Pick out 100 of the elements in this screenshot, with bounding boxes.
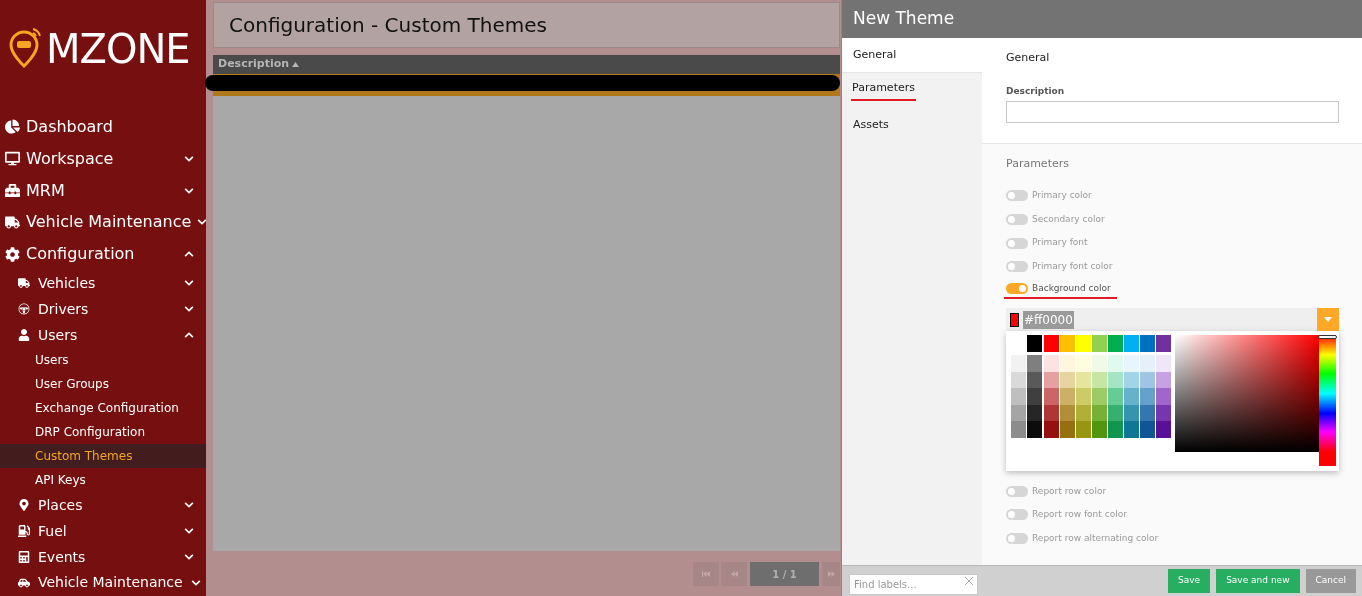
palette-swatch[interactable] bbox=[1060, 335, 1075, 353]
palette-swatch[interactable] bbox=[1108, 421, 1123, 438]
steering-wheel-icon bbox=[18, 303, 30, 316]
palette-swatch[interactable] bbox=[1027, 421, 1042, 438]
palette-swatch[interactable] bbox=[1027, 355, 1042, 372]
palette-swatch[interactable] bbox=[1140, 335, 1155, 353]
previous-page-button[interactable] bbox=[721, 562, 747, 586]
parameter-label: Report row alternating color bbox=[1032, 531, 1159, 545]
monitor-icon bbox=[5, 151, 20, 167]
nav-item[interactable]: Vehicles bbox=[0, 270, 206, 297]
nav-item[interactable]: Vehicle Maintenance bbox=[0, 570, 206, 596]
palette-swatch[interactable] bbox=[1011, 388, 1026, 405]
pie-chart-icon bbox=[5, 119, 20, 135]
palette-swatch[interactable] bbox=[1108, 335, 1123, 353]
nav-item[interactable]: Custom Themes bbox=[0, 444, 206, 469]
field-label: Description bbox=[1006, 84, 1066, 98]
palette-swatch[interactable] bbox=[1092, 421, 1107, 438]
palette-swatch[interactable] bbox=[1124, 421, 1139, 438]
palette-swatch[interactable] bbox=[1044, 388, 1059, 405]
palette-swatch[interactable] bbox=[1156, 421, 1171, 438]
description-field[interactable] bbox=[1006, 100, 1339, 123]
palette-swatch[interactable] bbox=[1140, 355, 1155, 372]
palette-swatch[interactable] bbox=[1140, 388, 1155, 405]
nav-item[interactable]: Dashboard bbox=[0, 110, 206, 143]
tab[interactable]: General bbox=[842, 38, 982, 73]
palette-swatch[interactable] bbox=[1124, 335, 1139, 353]
next-page-button[interactable] bbox=[822, 562, 840, 586]
palette-swatch[interactable] bbox=[1156, 335, 1171, 353]
palette-swatch[interactable] bbox=[1076, 421, 1091, 438]
section-heading: General bbox=[1006, 50, 1051, 66]
parameter-label: Secondary color bbox=[1032, 212, 1105, 226]
palette-swatch[interactable] bbox=[1108, 388, 1123, 405]
palette-swatch[interactable] bbox=[1092, 335, 1107, 353]
palette-swatch[interactable] bbox=[1124, 355, 1139, 372]
nav-item[interactable]: Users bbox=[0, 348, 206, 373]
hue-slider[interactable] bbox=[1319, 335, 1336, 453]
saturation-gradient[interactable] bbox=[1175, 335, 1319, 453]
nav-item[interactable]: Configuration bbox=[0, 238, 206, 271]
toggle-switch[interactable] bbox=[1006, 485, 1028, 497]
toggle-switch[interactable] bbox=[1006, 261, 1028, 273]
palette-swatch[interactable] bbox=[1044, 355, 1059, 372]
palette-swatch[interactable] bbox=[1044, 335, 1059, 353]
palette-swatch[interactable] bbox=[1060, 388, 1075, 405]
nav-item[interactable]: MRM bbox=[0, 174, 206, 207]
nav-item[interactable]: User Groups bbox=[0, 372, 206, 397]
nav-item[interactable]: Vehicle Maintenance bbox=[0, 206, 206, 239]
toggle-switch[interactable] bbox=[1006, 533, 1028, 545]
toggle-switch[interactable] bbox=[1006, 283, 1028, 295]
palette-swatch[interactable] bbox=[1156, 355, 1171, 372]
palette-swatch[interactable] bbox=[1108, 355, 1123, 372]
palette-swatch[interactable] bbox=[1060, 421, 1075, 438]
nav-item[interactable]: DRP Configuration bbox=[0, 420, 206, 445]
nav-item[interactable]: Fuel bbox=[0, 518, 206, 545]
palette-swatch[interactable] bbox=[1027, 335, 1042, 353]
palette-swatch[interactable] bbox=[1092, 388, 1107, 405]
slider-handle[interactable] bbox=[1318, 335, 1337, 340]
parameter-label: Report row color bbox=[1032, 484, 1107, 498]
search-field[interactable]: Find labels... bbox=[849, 573, 978, 595]
nav-item[interactable]: Workspace bbox=[0, 142, 206, 175]
palette-swatch[interactable] bbox=[1092, 355, 1107, 372]
page-indicator: 1 / 1 bbox=[750, 562, 819, 586]
palette-swatch[interactable] bbox=[1156, 388, 1171, 405]
color-value: #ff0000 bbox=[1023, 310, 1074, 329]
parameter-label: Background color bbox=[1032, 281, 1111, 295]
section-heading: Parameters bbox=[1006, 155, 1070, 172]
palette-swatch[interactable] bbox=[1027, 388, 1042, 405]
palette-swatch[interactable] bbox=[1076, 388, 1091, 405]
nav-item[interactable]: Places bbox=[0, 492, 206, 519]
toolbox-icon bbox=[5, 183, 20, 199]
palette-swatch[interactable] bbox=[1076, 335, 1091, 353]
nav-item[interactable]: Drivers bbox=[0, 296, 206, 323]
nav-item[interactable]: Exchange Configuration bbox=[0, 396, 206, 421]
nav-item[interactable]: Users bbox=[0, 322, 206, 349]
nav-item[interactable]: API Keys bbox=[0, 468, 206, 493]
palette-swatch[interactable] bbox=[1140, 421, 1155, 438]
column-header[interactable]: Description bbox=[218, 56, 290, 73]
palette-swatch[interactable] bbox=[1124, 388, 1139, 405]
tab[interactable]: Assets bbox=[842, 108, 982, 143]
previous-page-icon bbox=[730, 571, 738, 577]
palette-swatch[interactable] bbox=[1011, 355, 1026, 372]
page-title: Configuration - Custom Themes bbox=[229, 12, 547, 39]
toggle-switch[interactable] bbox=[1006, 214, 1028, 226]
palette-swatch[interactable] bbox=[1011, 421, 1026, 438]
gear-icon bbox=[5, 246, 20, 262]
truck-icon bbox=[5, 214, 20, 230]
toggle-switch[interactable] bbox=[1006, 509, 1028, 521]
close-icon[interactable] bbox=[965, 576, 973, 585]
parameter-label: Primary font color bbox=[1032, 260, 1113, 274]
palette-swatch[interactable] bbox=[1076, 355, 1091, 372]
map-pin-icon bbox=[18, 499, 30, 512]
tab[interactable]: Parameters bbox=[842, 73, 982, 108]
user-icon bbox=[18, 329, 30, 342]
dialog-title: New Theme bbox=[853, 7, 955, 31]
palette-swatch[interactable] bbox=[1060, 355, 1075, 372]
first-page-button[interactable] bbox=[693, 562, 719, 586]
toggle-switch[interactable] bbox=[1006, 190, 1028, 202]
toggle-switch[interactable] bbox=[1006, 237, 1028, 249]
palette-swatch[interactable] bbox=[1044, 421, 1059, 438]
nav-item[interactable]: Events bbox=[0, 544, 206, 570]
logo-text: MZONE bbox=[46, 29, 190, 70]
